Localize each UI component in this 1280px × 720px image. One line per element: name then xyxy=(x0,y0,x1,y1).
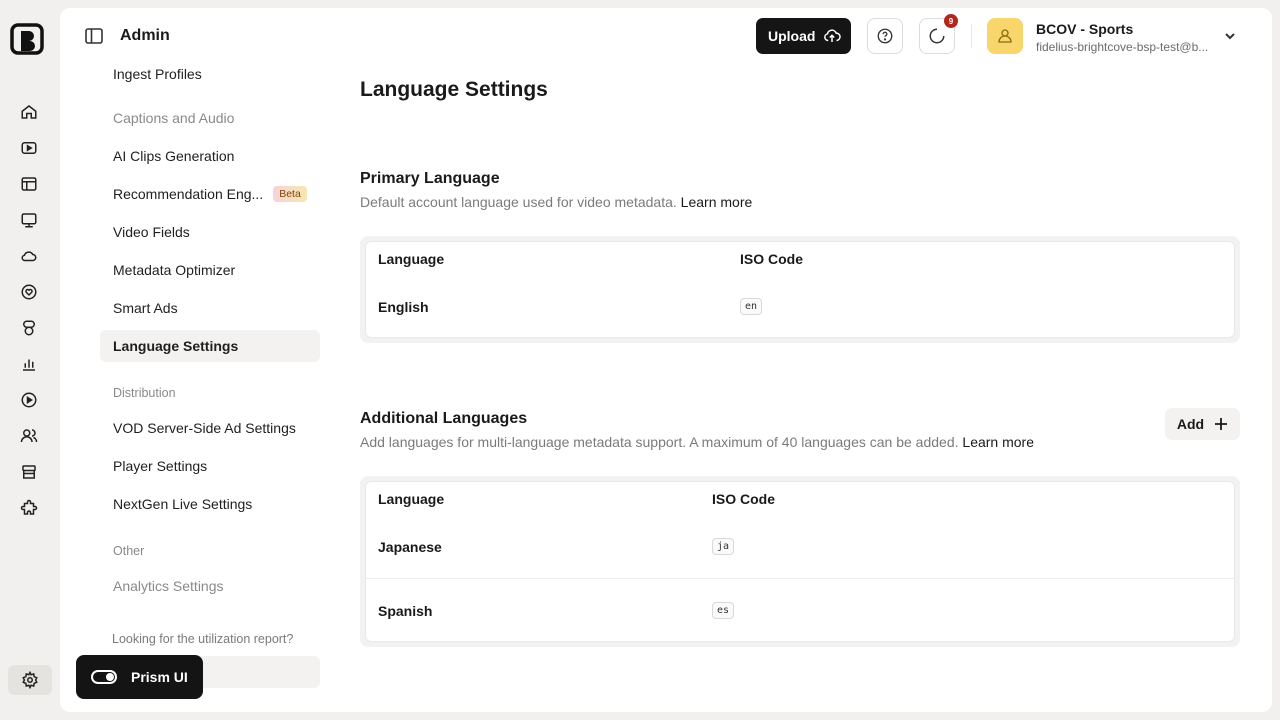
sidebar-item-label: Smart Ads xyxy=(113,300,178,316)
table-row-language: English xyxy=(378,299,429,315)
help-button[interactable] xyxy=(867,18,903,54)
add-language-button[interactable]: Add xyxy=(1165,408,1240,440)
sidebar-item-label: Ingest Profiles xyxy=(113,66,202,82)
sidebar-item-label: NextGen Live Settings xyxy=(113,496,253,512)
loading-spinner-icon xyxy=(929,28,945,44)
notification-badge: 9 xyxy=(944,14,958,28)
sidebar-item-label: Player Settings xyxy=(113,458,208,474)
add-label: Add xyxy=(1176,416,1205,432)
toggle-switch[interactable] xyxy=(91,670,117,684)
analytics-icon[interactable] xyxy=(16,351,42,377)
sidebar-item-recommendation-engine[interactable]: Recommendation Eng... Beta xyxy=(100,178,320,210)
integrations-icon[interactable] xyxy=(16,495,42,521)
activity-button[interactable]: 9 xyxy=(919,14,958,54)
upload-button[interactable]: Upload xyxy=(756,18,851,54)
primary-language-table: Language ISO Code English en xyxy=(360,236,1240,343)
sidebar-item-label: AI Clips Generation xyxy=(113,148,235,164)
page-header-title: Admin xyxy=(120,27,170,44)
account-email: fidelius-brightcove-bsp-test@b... xyxy=(1036,40,1209,54)
live-icon[interactable] xyxy=(16,207,42,233)
playlist-icon[interactable] xyxy=(16,171,42,197)
column-header-iso: ISO Code xyxy=(712,491,776,507)
sidebar-item-player-settings[interactable]: Player Settings xyxy=(100,450,320,482)
utilization-note: Looking for the utilization report? xyxy=(112,632,294,646)
column-header-language: Language xyxy=(378,491,445,507)
sidebar-section-distribution: Distribution xyxy=(113,386,176,400)
sidebar-item-label: Recommendation Eng... xyxy=(113,186,264,202)
sidebar-item-captions-audio[interactable]: Captions and Audio xyxy=(100,102,320,134)
column-header-iso: ISO Code xyxy=(740,251,804,267)
iso-code-chip: ja xyxy=(712,538,735,555)
additional-description-text: Add languages for multi-language metadat… xyxy=(360,434,959,450)
help-icon xyxy=(877,28,893,44)
chevron-down-icon[interactable] xyxy=(1222,28,1238,44)
sidebar-item-nextgen-live[interactable]: NextGen Live Settings xyxy=(100,488,320,520)
sidebar-item-language-settings[interactable]: Language Settings xyxy=(100,330,320,362)
brightcove-logo[interactable] xyxy=(10,22,46,56)
sidebar-item-vod-ssai[interactable]: VOD Server-Side Ad Settings xyxy=(100,412,320,444)
sidebar-section-other: Other xyxy=(113,544,145,558)
media-icon[interactable] xyxy=(16,135,42,161)
sidebar-item-video-fields[interactable]: Video Fields xyxy=(100,216,320,248)
column-header-language: Language xyxy=(378,251,445,267)
sidebar-item-ingest-profiles[interactable]: Ingest Profiles xyxy=(100,60,320,88)
store-icon[interactable] xyxy=(16,459,42,485)
users-icon[interactable] xyxy=(16,423,42,449)
main-panel: Admin Upload 9 BCOV - Sports fidelius-br… xyxy=(60,8,1272,712)
iso-code-chip: en xyxy=(740,298,763,315)
table-row-language: Japanese xyxy=(378,539,442,555)
table-row-language: Spanish xyxy=(378,603,433,619)
upload-cloud-icon xyxy=(824,29,842,42)
sidebar-item-ai-clips[interactable]: AI Clips Generation xyxy=(100,140,320,172)
studio-icon[interactable] xyxy=(16,315,42,341)
engagement-icon[interactable] xyxy=(16,279,42,305)
primary-language-title: Primary Language xyxy=(360,170,500,187)
beta-badge: Beta xyxy=(273,186,307,202)
cloud-icon[interactable] xyxy=(16,243,42,269)
additional-learn-more-link[interactable]: Learn more xyxy=(962,434,1034,450)
sidebar-item-label: Analytics Settings xyxy=(113,578,224,594)
primary-description-text: Default account language used for video … xyxy=(360,194,677,210)
sidebar-item-label: Captions and Audio xyxy=(113,110,235,126)
iso-code-chip: es xyxy=(712,602,735,619)
sidebar-item-smart-ads[interactable]: Smart Ads xyxy=(100,292,320,324)
prism-ui-toggle[interactable]: Prism UI xyxy=(76,655,203,699)
row-divider xyxy=(366,578,1234,579)
sidebar-item-label: VOD Server-Side Ad Settings xyxy=(113,420,296,436)
home-icon[interactable] xyxy=(16,99,42,125)
additional-languages-description: Add languages for multi-language metadat… xyxy=(360,434,1034,450)
sidebar-item-label: Video Fields xyxy=(113,224,190,240)
additional-languages-table: Language ISO Code Japanese ja Spanish es xyxy=(360,476,1240,647)
settings-gear-icon[interactable] xyxy=(8,665,52,695)
page-title: Language Settings xyxy=(360,78,548,101)
plus-icon xyxy=(1215,418,1228,430)
app-rail xyxy=(0,0,60,720)
sidebar-toggle-icon[interactable] xyxy=(84,26,104,46)
account-avatar[interactable] xyxy=(987,18,1023,54)
account-name[interactable]: BCOV - Sports xyxy=(1036,21,1133,37)
sidebar-item-analytics-settings[interactable]: Analytics Settings xyxy=(100,570,320,602)
upload-label: Upload xyxy=(768,28,816,44)
user-icon xyxy=(998,29,1012,43)
primary-learn-more-link[interactable]: Learn more xyxy=(681,194,753,210)
player-icon[interactable] xyxy=(16,387,42,413)
sidebar-item-metadata-optimizer[interactable]: Metadata Optimizer xyxy=(100,254,320,286)
header-divider xyxy=(971,24,972,48)
prism-ui-label: Prism UI xyxy=(131,669,188,685)
additional-languages-title: Additional Languages xyxy=(360,410,528,427)
sidebar-item-label: Language Settings xyxy=(113,338,239,354)
sidebar-item-label: Metadata Optimizer xyxy=(113,262,236,278)
primary-language-description: Default account language used for video … xyxy=(360,194,752,210)
